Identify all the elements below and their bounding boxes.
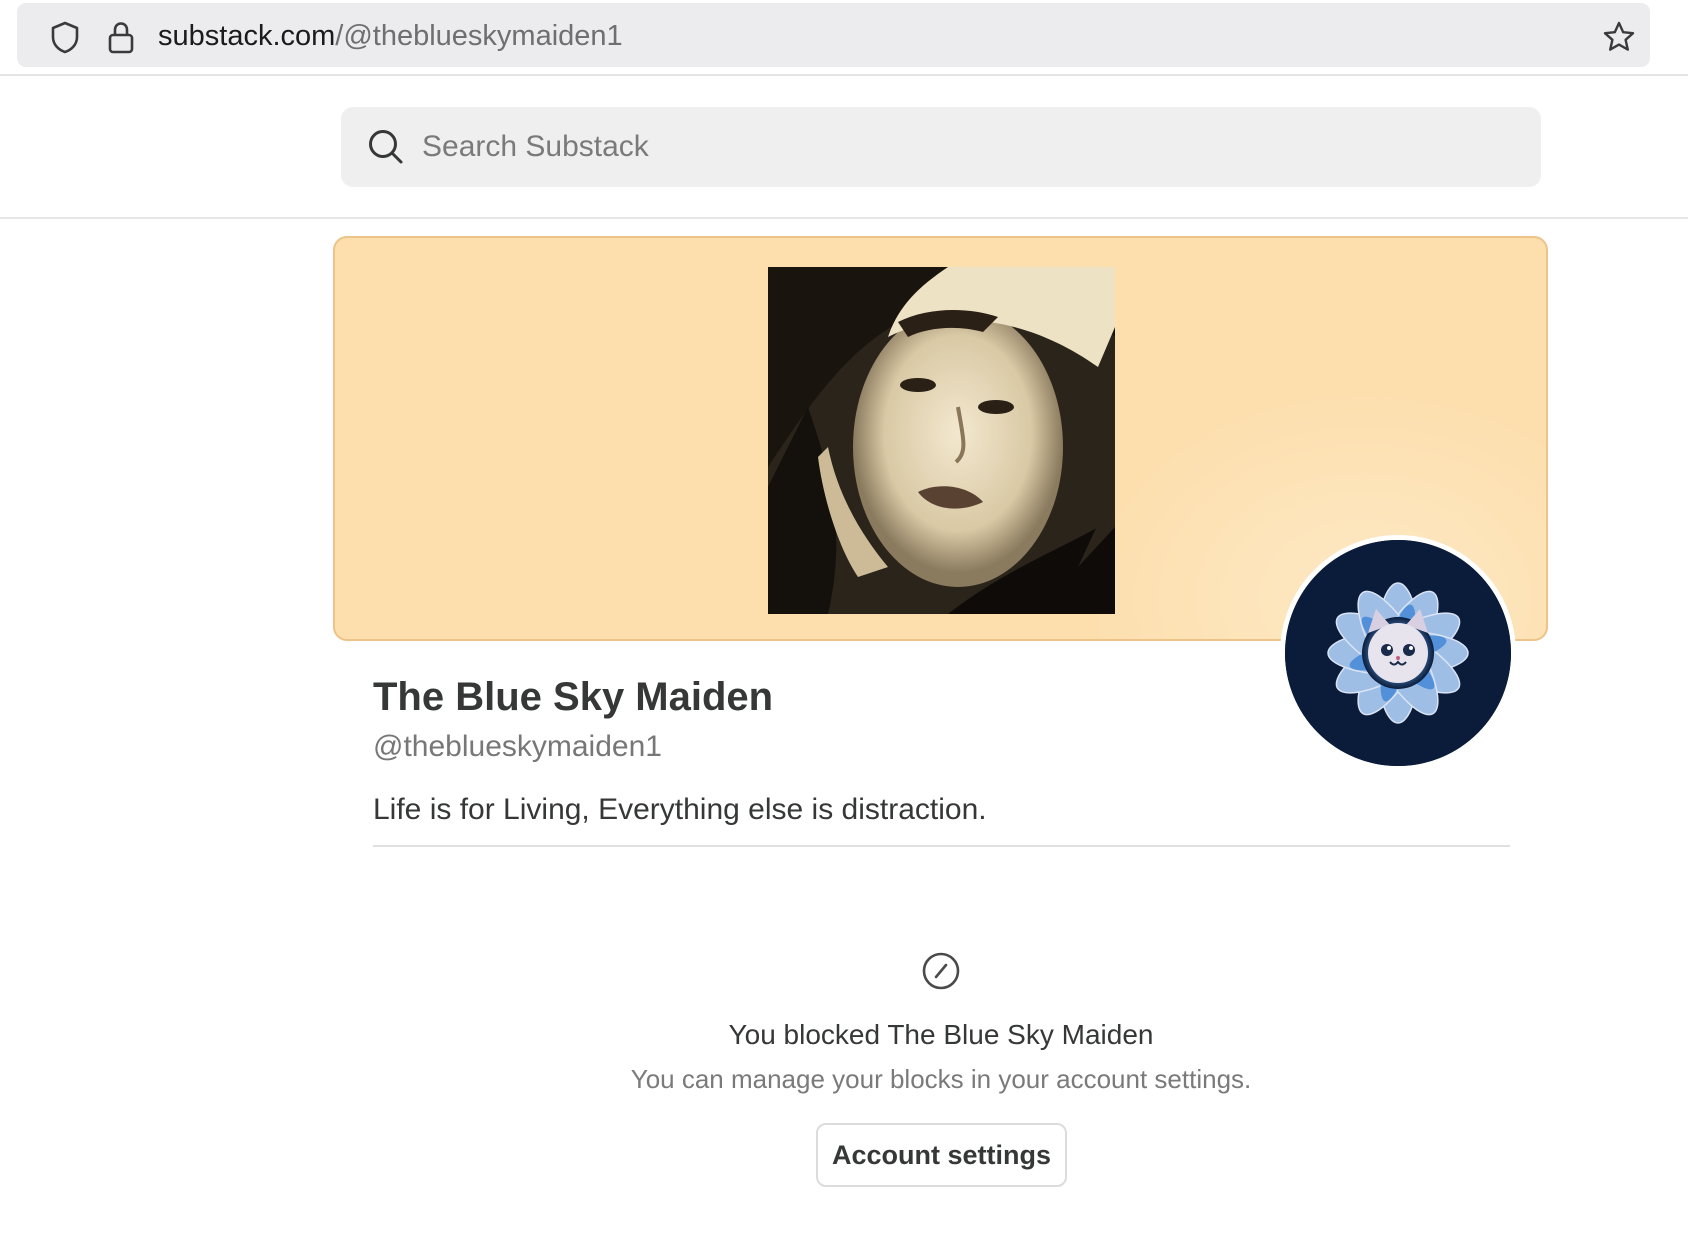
search-header bbox=[0, 76, 1688, 219]
star-icon[interactable] bbox=[1602, 20, 1636, 54]
search-input[interactable] bbox=[422, 107, 1522, 187]
lock-icon[interactable] bbox=[107, 20, 135, 54]
blocked-title: You blocked The Blue Sky Maiden bbox=[728, 1019, 1154, 1050]
search-box[interactable] bbox=[341, 107, 1541, 187]
browser-toolbar: substack.com/@theblueskymaiden1 bbox=[0, 0, 1688, 76]
account-settings-button[interactable]: Account settings bbox=[816, 1123, 1067, 1187]
profile-bio: Life is for Living, Everything else is d… bbox=[373, 793, 987, 826]
address-bar[interactable]: substack.com/@theblueskymaiden1 bbox=[17, 3, 1650, 67]
avatar[interactable] bbox=[1280, 535, 1516, 771]
divider bbox=[373, 845, 1510, 847]
profile-name: The Blue Sky Maiden bbox=[373, 675, 774, 719]
blocked-icon bbox=[922, 952, 960, 990]
url-text[interactable]: substack.com/@theblueskymaiden1 bbox=[158, 19, 623, 53]
shield-icon[interactable] bbox=[49, 20, 81, 54]
url-path: /@theblueskymaiden1 bbox=[335, 20, 623, 52]
profile-handle: @theblueskymaiden1 bbox=[373, 730, 662, 763]
url-host: substack.com bbox=[158, 20, 336, 52]
blocked-subtitle: You can manage your blocks in your accou… bbox=[630, 1064, 1252, 1094]
search-icon bbox=[369, 130, 403, 164]
cover-photo bbox=[768, 267, 1115, 614]
